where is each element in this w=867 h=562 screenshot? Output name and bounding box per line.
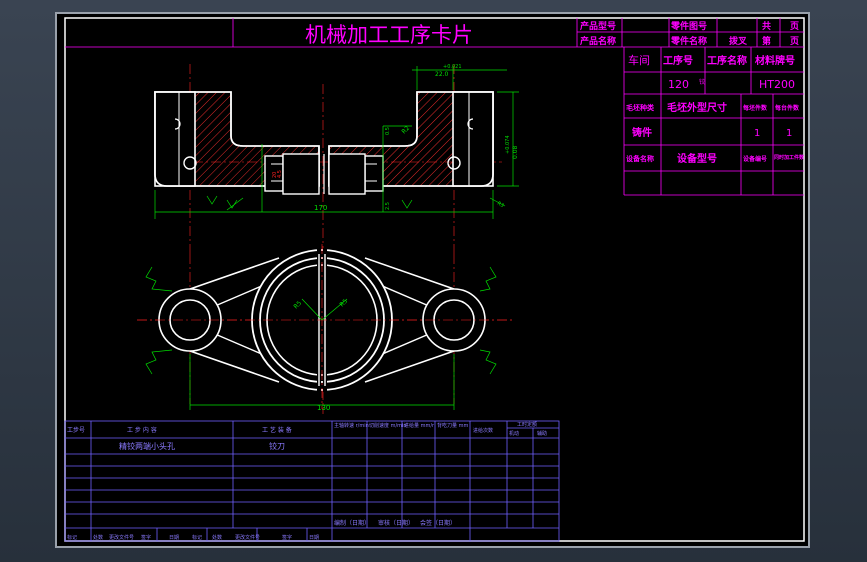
rev-mark-1: 标记 <box>67 534 77 541</box>
material-value: HT200 <box>759 78 795 91</box>
sign-countersign: 会签（日期） <box>420 519 456 527</box>
info-table <box>623 47 804 196</box>
header-machine-time: 机动 <box>509 430 519 437</box>
per-unit-label: 每台件数 <box>774 104 800 112</box>
blank-type-value: 铸件 <box>632 126 652 139</box>
dim-top-offset: 22.0 <box>435 71 449 78</box>
header-feed-count: 进给次数 <box>473 427 493 434</box>
rev-count-1: 处数 <box>93 534 103 541</box>
part-name-value: 拨叉 <box>729 35 748 47</box>
header-step-content: 工 步 内 容 <box>127 426 157 434</box>
rev-file-2: 更改文件号 <box>235 534 260 541</box>
blank-count-label: 每坯件数 <box>742 104 768 112</box>
rev-mark-2: 标记 <box>192 534 202 541</box>
equip-name-label: 设备名称 <box>626 154 654 163</box>
header-spindle-speed: 主轴转速 r/min <box>334 422 369 429</box>
per-unit-value: 1 <box>786 128 792 139</box>
rev-sign-2: 签字 <box>282 534 292 541</box>
drawing-sheet: 机械加工工序卡片 产品型号 产品名称 零件图号 零件名称 拨叉 共 页 第 页 … <box>55 12 810 548</box>
top-view <box>137 244 512 409</box>
row-step-content: 精铰两端小头孔 <box>119 441 175 451</box>
equip-no-label: 设备编号 <box>743 155 767 163</box>
dim-len-top: 170 <box>314 204 327 212</box>
rev-date-2: 日期 <box>309 535 319 541</box>
dim-height: 0.08 <box>512 145 519 159</box>
header-aux-time: 辅助 <box>537 430 547 437</box>
dim-small-a: 0.5 <box>385 127 391 135</box>
process-table <box>64 420 560 542</box>
page-title: 机械加工工序卡片 <box>305 23 473 47</box>
op-name-value: 铰 <box>699 78 705 86</box>
concurrent-label: 同时加工件数 <box>774 154 805 161</box>
part-name-label: 零件名称 <box>670 35 707 47</box>
row-equipment: 铰刀 <box>269 441 285 451</box>
product-name-label: 产品名称 <box>580 35 616 47</box>
sign-compile: 编制（日期） <box>334 519 370 527</box>
op-no-label: 工序号 <box>663 54 693 67</box>
sheet-unit-label: 页 <box>790 36 799 47</box>
dim-top-tol: +0.021 <box>443 64 462 70</box>
header-feed: 进给量 mm/r <box>404 422 435 429</box>
product-model-label: 产品型号 <box>580 20 616 32</box>
rev-date-1: 日期 <box>169 535 179 541</box>
op-no-value: 120 <box>668 78 689 91</box>
rev-count-2: 处数 <box>212 534 222 541</box>
sheet-label: 第 <box>762 35 771 47</box>
dim-v3: R3 <box>496 201 505 210</box>
op-name-label: 工序名称 <box>707 54 747 67</box>
drawing-canvas: 机械加工工序卡片 产品型号 产品名称 零件图号 零件名称 拨叉 共 页 第 页 … <box>64 17 805 542</box>
dim-v2: 4.5 <box>277 170 283 178</box>
material-label: 材料牌号 <box>755 54 795 67</box>
dim-len-bottom: 130 <box>317 404 330 412</box>
part-drawing-no-label: 零件图号 <box>670 20 707 32</box>
workshop-label: 车间 <box>628 53 650 67</box>
blank-size-label: 毛坯外型尺寸 <box>667 101 727 114</box>
header-equipment: 工 艺 装 备 <box>262 426 292 434</box>
header-cutting-speed: 切削速度 m/min <box>369 422 407 429</box>
dim-height-tol: +0.074 <box>505 135 511 154</box>
equip-model-label: 设备型号 <box>677 152 717 165</box>
total-label: 共 <box>762 20 771 32</box>
blank-count-value: 1 <box>754 128 760 139</box>
header-depth: 背吃刀量 mm <box>437 422 468 429</box>
header-time-quota: 工时定额 <box>517 421 537 428</box>
blank-type-label: 毛坯种类 <box>626 103 655 112</box>
header-step-no: 工步号 <box>67 426 85 434</box>
rev-sign-1: 签字 <box>141 534 151 541</box>
page-unit-label: 页 <box>790 21 799 32</box>
rev-file-1: 更改文件号 <box>109 534 134 541</box>
dim-small-c: 2.5 <box>385 202 391 210</box>
sign-review: 审核（日期） <box>378 519 414 527</box>
